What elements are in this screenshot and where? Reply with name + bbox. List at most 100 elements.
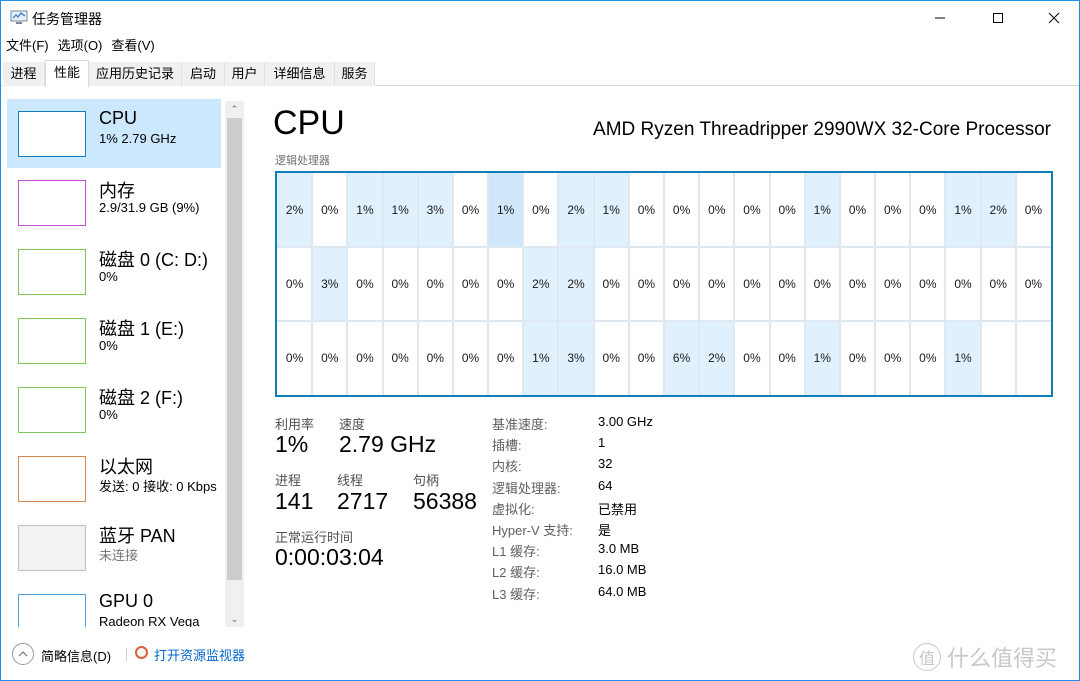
footer-divider — [126, 648, 127, 661]
menu-file[interactable]: 文件(F) — [1, 36, 53, 56]
logical-processor-cell: 0% — [839, 173, 876, 247]
sidebar-item-subtitle: 1% 2.79 GHz — [99, 131, 177, 146]
logical-processor-cell: 0% — [910, 321, 946, 395]
sidebar-item-graph — [18, 249, 86, 295]
scroll-thumb[interactable] — [227, 118, 242, 580]
watermark-badge-icon: 值 — [913, 643, 941, 671]
logical-processor-cell: 0% — [910, 173, 946, 247]
sidebar-item-title: GPU 0 — [99, 591, 154, 611]
spec-value: 3.00 GHz — [598, 414, 653, 429]
spec-value: 是 — [598, 523, 612, 538]
sidebar-item[interactable]: GPU 0 Radeon RX Vega — [7, 582, 221, 627]
spec-value: 16.0 MB — [598, 562, 647, 578]
spec-value: 64.0 MB — [598, 583, 647, 599]
logical-processor-cell: 0% — [593, 247, 629, 321]
logical-processor-cell: 1% — [382, 173, 418, 247]
logical-processor-cell: 0% — [347, 321, 383, 395]
chevron-up-icon: ⌃ — [230, 103, 239, 114]
scroll-up-button[interactable]: ⌃ — [225, 101, 244, 117]
sidebar-scrollbar[interactable]: ⌃ ⌄ — [225, 101, 244, 627]
logical-processor-cell: 0% — [628, 173, 664, 247]
spec-label: L1 缓存: — [492, 544, 540, 560]
logical-processor-cell: 0% — [417, 321, 453, 395]
fewer-details-label[interactable]: 简略信息(D) — [41, 646, 111, 665]
logical-processor-cell: 0% — [277, 247, 313, 321]
tab-performance[interactable]: 性能 — [45, 60, 89, 87]
spec-label: 基准速度: — [492, 417, 548, 432]
logical-processor-cell: 0% — [1015, 247, 1051, 321]
logical-processors-label: 逻辑处理器 — [275, 155, 330, 167]
sidebar-item[interactable]: 以太网 发送: 0 接收: 0 Kbps — [7, 444, 221, 513]
logical-processor-cell: 2% — [558, 173, 594, 247]
minimize-button[interactable] — [917, 1, 963, 35]
logical-processor-cell: 0% — [839, 321, 876, 395]
logical-processor-cell: 0% — [382, 247, 418, 321]
logical-processor-cell: 0% — [1015, 173, 1051, 247]
logical-processor-cell: 1% — [347, 173, 383, 247]
chevron-up-icon — [18, 651, 28, 657]
logical-processor-cell: 0% — [875, 321, 911, 395]
grid-divider — [346, 173, 349, 395]
grid-divider — [838, 173, 841, 395]
grid-divider — [381, 173, 384, 395]
speed-value: 2.79 GHz — [339, 431, 437, 457]
spec-label: L3 缓存: — [492, 586, 540, 602]
scroll-down-button[interactable]: ⌄ — [225, 611, 244, 627]
fewer-details-button[interactable] — [12, 643, 34, 665]
spec-label: Hyper-V 支持: — [492, 523, 573, 538]
sidebar-item-graph — [18, 318, 86, 364]
logical-processor-cell: 1% — [488, 173, 524, 247]
sidebar-item[interactable]: 磁盘 1 (E:) 0% — [7, 306, 221, 375]
maximize-button[interactable] — [975, 1, 1021, 35]
sidebar-item-graph — [18, 594, 86, 627]
logical-processor-cell: 2% — [980, 173, 1016, 247]
tab-services[interactable]: 服务 — [335, 62, 375, 86]
uptime-value: 0:00:03:04 — [275, 544, 384, 570]
tab-app-history[interactable]: 应用历史记录 — [89, 62, 182, 86]
sidebar-item-subtitle: 未连接 — [99, 548, 139, 563]
tab-startup[interactable]: 启动 — [182, 62, 225, 86]
chevron-down-icon: ⌄ — [230, 613, 239, 624]
close-button[interactable] — [1031, 1, 1077, 35]
grid-divider — [698, 173, 701, 395]
sidebar-item-graph — [18, 456, 86, 502]
logical-processor-cell: 3% — [312, 247, 348, 321]
sidebar-item[interactable]: 内存 2.9/31.9 GB (9%) — [7, 168, 221, 237]
sidebar-item[interactable]: 蓝牙 PAN 未连接 — [7, 513, 221, 582]
tab-bar: 进程 性能 应用历史记录 启动 用户 详细信息 服务 — [1, 60, 1079, 87]
logical-processor-cell: 1% — [593, 173, 629, 247]
logical-processor-cell: 0% — [452, 247, 489, 321]
page-title: CPU — [273, 104, 345, 142]
task-manager-window: 任务管理器 文件(F) 选项(O) 查看(V) 进程 性能 应用历史记录 启动 … — [0, 0, 1080, 681]
grid-divider — [487, 173, 490, 395]
spec-value: 已禁用 — [598, 501, 638, 517]
sidebar-item-subtitle: 0% — [99, 338, 118, 353]
grid-divider — [416, 173, 419, 395]
spec-value: 64 — [598, 477, 613, 493]
sidebar-item[interactable]: CPU 1% 2.79 GHz — [7, 99, 221, 168]
logical-processor-cell: 0% — [875, 247, 911, 321]
processor-model: AMD Ryzen Threadripper 2990WX 32-Core Pr… — [593, 119, 1051, 140]
logical-processor-cell: 0% — [734, 247, 770, 321]
spec-label: 插槽: — [492, 438, 522, 454]
menu-view[interactable]: 查看(V) — [106, 36, 158, 56]
tab-details[interactable]: 详细信息 — [265, 62, 335, 86]
grid-divider — [557, 173, 560, 395]
spec-label: L2 缓存: — [492, 565, 540, 581]
tab-users[interactable]: 用户 — [225, 62, 265, 86]
logical-processor-cell: 0% — [488, 321, 524, 395]
logical-processor-cell: 0% — [312, 321, 348, 395]
tab-processes[interactable]: 进程 — [3, 62, 45, 86]
open-resource-monitor-link[interactable]: 打开资源监视器 — [154, 645, 245, 664]
logical-processor-cell: 0% — [734, 321, 770, 395]
sidebar-item-graph — [18, 387, 86, 433]
spec-label: 逻辑处理器: — [492, 480, 561, 496]
grid-divider — [522, 173, 525, 395]
grid-divider — [1014, 173, 1017, 395]
grid-divider — [451, 173, 454, 395]
sidebar-item[interactable]: 磁盘 0 (C: D:) 0% — [7, 237, 221, 306]
grid-divider — [979, 173, 982, 395]
menu-options[interactable]: 选项(O) — [53, 36, 107, 56]
sidebar-item[interactable]: 磁盘 2 (F:) 0% — [7, 375, 221, 444]
logical-processor-cell: 0% — [593, 321, 629, 395]
